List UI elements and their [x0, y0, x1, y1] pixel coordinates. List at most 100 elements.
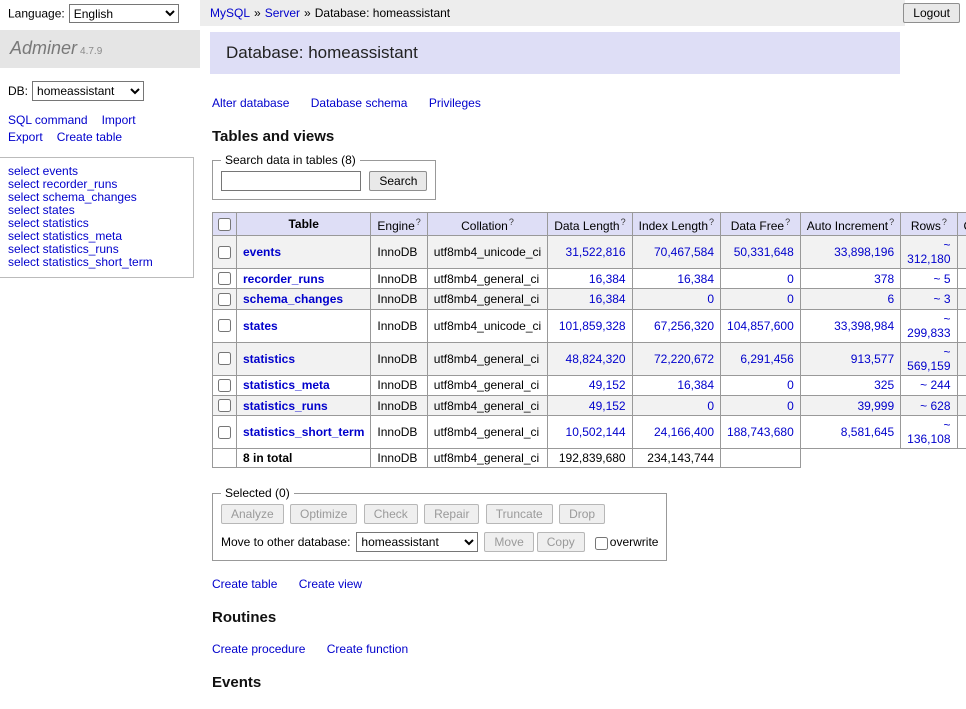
sidebar-table-link-schema-changes[interactable]: select schema_changes	[8, 190, 137, 204]
auto-increment-link[interactable]: 325	[874, 378, 894, 392]
index-length-link[interactable]: 16,384	[677, 378, 714, 392]
create-function-link[interactable]: Create function	[327, 642, 408, 656]
data-free-link[interactable]: 0	[787, 378, 794, 392]
check-button[interactable]: Check	[364, 504, 418, 524]
auto-increment-link[interactable]: 8,581,645	[841, 425, 894, 439]
table-link[interactable]: states	[243, 319, 278, 333]
table-link[interactable]: statistics_runs	[243, 399, 328, 413]
row-checkbox[interactable]	[218, 272, 231, 285]
language-select[interactable]: English	[69, 4, 179, 23]
col-header-data-length: Data Length?	[548, 213, 632, 236]
breadcrumb-link-server[interactable]: Server	[265, 6, 300, 20]
row-checkbox[interactable]	[218, 399, 231, 412]
sidebar-table-link-recorder-runs[interactable]: select recorder_runs	[8, 177, 117, 191]
index-length-link[interactable]: 72,220,672	[654, 352, 714, 366]
sidebar-table-link-statistics[interactable]: select statistics	[8, 216, 89, 230]
data-length-link[interactable]: 49,152	[589, 399, 626, 413]
data-free-link[interactable]: 0	[787, 292, 794, 306]
auto-increment-link[interactable]: 33,398,984	[834, 319, 894, 333]
rows-count-link[interactable]: ~ 569,159	[907, 345, 950, 373]
index-length-link[interactable]: 0	[707, 292, 714, 306]
repair-button[interactable]: Repair	[424, 504, 479, 524]
auto-increment-link[interactable]: 378	[874, 272, 894, 286]
index-length-link[interactable]: 70,467,584	[654, 245, 714, 259]
data-free-link[interactable]: 0	[787, 399, 794, 413]
data-length-link[interactable]: 10,502,144	[566, 425, 626, 439]
move-button[interactable]: Move	[484, 532, 533, 552]
search-button[interactable]: Search	[369, 171, 427, 191]
data-length-link[interactable]: 101,859,328	[559, 319, 626, 333]
rows-count-link[interactable]: ~ 5	[934, 272, 951, 286]
auto-increment-link[interactable]: 33,898,196	[834, 245, 894, 259]
row-checkbox[interactable]	[218, 379, 231, 392]
col-header-collation: Collation?	[427, 213, 547, 236]
data-length-link[interactable]: 16,384	[589, 292, 626, 306]
sidebar-table-link-statistics-short-term[interactable]: select statistics_short_term	[8, 255, 153, 269]
index-length-link[interactable]: 67,256,320	[654, 319, 714, 333]
rows-count-link[interactable]: ~ 299,833	[907, 312, 950, 340]
row-checkbox[interactable]	[218, 293, 231, 306]
index-length-link[interactable]: 0	[707, 399, 714, 413]
overwrite-checkbox[interactable]	[595, 537, 608, 550]
data-free-link[interactable]: 0	[787, 272, 794, 286]
table-link[interactable]: statistics_short_term	[243, 425, 364, 439]
rows-count-link[interactable]: ~ 312,180	[907, 238, 950, 266]
data-length-link[interactable]: 16,384	[589, 272, 626, 286]
adminer-logo-link[interactable]: Adminer4.7.9	[10, 43, 102, 57]
table-link[interactable]: events	[243, 245, 281, 259]
breadcrumb-link-mysql[interactable]: MySQL	[210, 6, 250, 20]
create-procedure-link[interactable]: Create procedure	[212, 642, 305, 656]
sidebar-table-link-statistics-meta[interactable]: select statistics_meta	[8, 229, 122, 243]
privileges-link[interactable]: Privileges	[429, 96, 481, 110]
sql-command-link[interactable]: SQL command	[8, 113, 88, 127]
data-free-link[interactable]: 188,743,680	[727, 425, 794, 439]
auto-increment-link[interactable]: 913,577	[851, 352, 894, 366]
table-link[interactable]: schema_changes	[243, 292, 343, 306]
data-free-link[interactable]: 50,331,648	[734, 245, 794, 259]
table-row-schema-changes: schema_changes InnoDB utf8mb4_general_ci…	[213, 289, 966, 309]
analyze-button[interactable]: Analyze	[221, 504, 284, 524]
table-link[interactable]: statistics	[243, 352, 295, 366]
create-table-link[interactable]: Create table	[212, 577, 277, 591]
search-input[interactable]	[221, 171, 361, 191]
row-checkbox[interactable]	[218, 426, 231, 439]
rows-count-link[interactable]: ~ 136,108	[907, 418, 950, 446]
create-view-link[interactable]: Create view	[299, 577, 362, 591]
drop-button[interactable]: Drop	[559, 504, 605, 524]
export-link[interactable]: Export	[8, 130, 43, 144]
table-link[interactable]: statistics_meta	[243, 378, 330, 392]
data-free-link[interactable]: 6,291,456	[740, 352, 793, 366]
rows-count-link[interactable]: ~ 628	[920, 399, 950, 413]
data-free-link[interactable]: 104,857,600	[727, 319, 794, 333]
sidebar-table-link-events[interactable]: select events	[8, 164, 78, 178]
sidebar-table-link-states[interactable]: select states	[8, 203, 75, 217]
sidebar-table-link-statistics-runs[interactable]: select statistics_runs	[8, 242, 119, 256]
data-length-link[interactable]: 49,152	[589, 378, 626, 392]
database-schema-link[interactable]: Database schema	[311, 96, 408, 110]
copy-button[interactable]: Copy	[537, 532, 585, 552]
alter-database-link[interactable]: Alter database	[212, 96, 289, 110]
row-checkbox[interactable]	[218, 352, 231, 365]
select-all-checkbox[interactable]	[218, 218, 231, 231]
row-checkbox[interactable]	[218, 319, 231, 332]
row-checkbox[interactable]	[218, 246, 231, 259]
data-length-link[interactable]: 31,522,816	[566, 245, 626, 259]
rows-count-link[interactable]: ~ 244	[920, 378, 950, 392]
import-link[interactable]: Import	[102, 113, 136, 127]
logout-button[interactable]: Logout	[903, 3, 960, 23]
auto-increment-link[interactable]: 6	[887, 292, 894, 306]
index-length-link[interactable]: 16,384	[677, 272, 714, 286]
table-row-events: events InnoDB utf8mb4_unicode_ci 31,522,…	[213, 236, 966, 269]
table-link[interactable]: recorder_runs	[243, 272, 324, 286]
db-label: DB:	[8, 84, 28, 98]
data-length-link[interactable]: 48,824,320	[566, 352, 626, 366]
create-table-link-sidebar[interactable]: Create table	[57, 130, 122, 144]
auto-increment-link[interactable]: 39,999	[857, 399, 894, 413]
optimize-button[interactable]: Optimize	[290, 504, 357, 524]
comment-cell	[957, 309, 966, 342]
db-select[interactable]: homeassistant	[32, 81, 144, 101]
index-length-link[interactable]: 24,166,400	[654, 425, 714, 439]
rows-count-link[interactable]: ~ 3	[934, 292, 951, 306]
move-db-select[interactable]: homeassistant	[356, 532, 478, 552]
truncate-button[interactable]: Truncate	[486, 504, 553, 524]
